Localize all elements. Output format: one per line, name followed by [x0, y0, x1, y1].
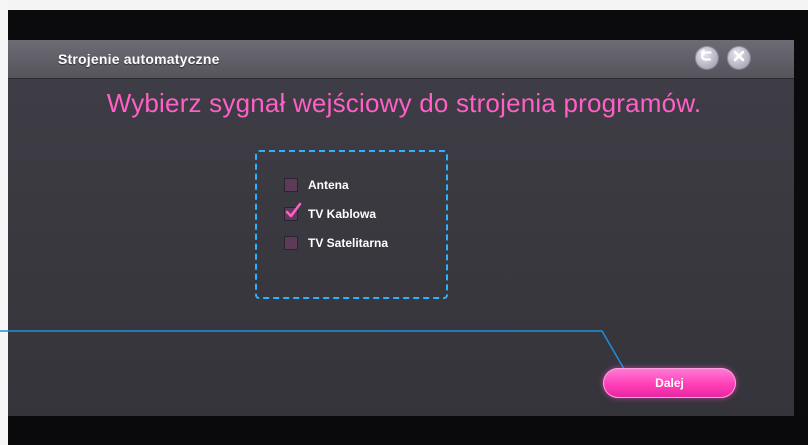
background-wall-left: [0, 0, 8, 445]
next-button[interactable]: Dalej: [603, 368, 736, 398]
cable-tv-checkbox[interactable]: [284, 202, 302, 221]
background-wall: [0, 0, 808, 10]
tv-bottom-bezel: [8, 416, 808, 445]
option-label: Antena: [308, 178, 349, 192]
back-arrow-icon: [699, 48, 715, 69]
option-label: TV Satelitarna: [308, 236, 389, 250]
close-button[interactable]: [727, 46, 751, 70]
checkmark-icon: [285, 202, 302, 218]
signal-options-focus-box: [255, 150, 448, 299]
instruction-headline: Wybierz sygnał wejściowy do strojenia pr…: [106, 88, 702, 118]
back-button[interactable]: [695, 46, 719, 70]
option-antenna[interactable]: Antena: [284, 176, 349, 194]
close-icon: [731, 48, 747, 69]
antenna-checkbox[interactable]: [284, 178, 298, 192]
window-title: Strojenie automatyczne: [58, 51, 220, 67]
option-label: TV Kablowa: [308, 207, 377, 221]
option-satellite-tv[interactable]: TV Satelitarna: [284, 234, 388, 252]
option-cable-tv[interactable]: TV Kablowa: [284, 202, 377, 223]
satellite-tv-checkbox[interactable]: [284, 236, 298, 250]
